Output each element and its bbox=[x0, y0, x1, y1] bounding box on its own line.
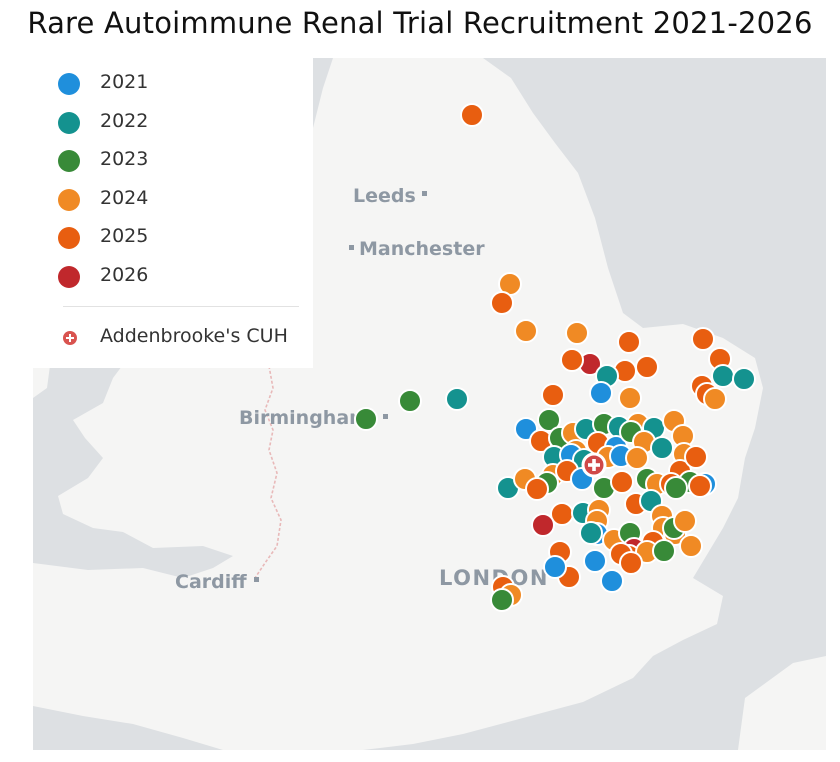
recruitment-marker-2026[interactable] bbox=[531, 513, 555, 537]
recruitment-marker-2025[interactable] bbox=[635, 355, 659, 379]
map-legend: 2021 2022 2023 2024 2025 2026 Addenbrook… bbox=[33, 58, 313, 368]
map-title: Rare Autoimmune Renal Trial Recruitment … bbox=[27, 6, 813, 40]
recruitment-marker-2021[interactable] bbox=[583, 549, 607, 573]
city-cardiff: Cardiff bbox=[175, 571, 259, 593]
legend-swatch-2023 bbox=[58, 150, 80, 172]
recruitment-marker-2025[interactable] bbox=[610, 470, 634, 494]
city-marker-cardiff bbox=[254, 577, 259, 582]
recruitment-marker-2023[interactable] bbox=[664, 476, 688, 500]
recruitment-marker-2025[interactable] bbox=[691, 327, 715, 351]
legend-label-2021: 2021 bbox=[100, 71, 149, 93]
city-manchester: Manchester bbox=[349, 238, 485, 260]
recruitment-marker-2025[interactable] bbox=[541, 383, 565, 407]
recruitment-marker-2024[interactable] bbox=[679, 534, 703, 558]
legend-label-2024: 2024 bbox=[100, 187, 149, 209]
legend-divider bbox=[63, 306, 299, 307]
recruitment-marker-2023[interactable] bbox=[354, 407, 378, 431]
recruitment-marker-2024[interactable] bbox=[514, 319, 538, 343]
legend-label-2022: 2022 bbox=[100, 110, 149, 132]
recruitment-marker-2024[interactable] bbox=[565, 321, 589, 345]
recruitment-marker-2025[interactable] bbox=[688, 474, 712, 498]
legend-swatch-2025 bbox=[58, 227, 80, 249]
recruitment-marker-2023[interactable] bbox=[398, 389, 422, 413]
recruitment-marker-2025[interactable] bbox=[617, 330, 641, 354]
legend-swatch-2021 bbox=[58, 73, 80, 95]
city-marker-leeds bbox=[422, 191, 427, 196]
recruitment-marker-2023[interactable] bbox=[490, 588, 514, 612]
city-label-cardiff: Cardiff bbox=[175, 571, 247, 593]
recruitment-marker-2022[interactable] bbox=[732, 367, 756, 391]
recruitment-marker-2025[interactable] bbox=[460, 103, 484, 127]
recruitment-marker-2025[interactable] bbox=[619, 551, 643, 575]
city-marker-birmingham bbox=[383, 414, 388, 419]
recruitment-marker-2021[interactable] bbox=[589, 381, 613, 405]
recruitment-marker-2025[interactable] bbox=[684, 445, 708, 469]
recruitment-marker-2022[interactable] bbox=[711, 364, 735, 388]
hospital-cross-icon bbox=[63, 331, 77, 345]
recruitment-marker-2021[interactable] bbox=[600, 569, 624, 593]
legend-label-2023: 2023 bbox=[100, 148, 149, 170]
city-label-leeds: Leeds bbox=[353, 185, 416, 207]
legend-swatch-2024 bbox=[58, 189, 80, 211]
recruitment-marker-2024[interactable] bbox=[618, 386, 642, 410]
recruitment-marker-2022[interactable] bbox=[445, 387, 469, 411]
recruitment-marker-2022[interactable] bbox=[650, 436, 674, 460]
recruitment-marker-2024[interactable] bbox=[703, 387, 727, 411]
city-marker-manchester bbox=[349, 245, 354, 250]
recruitment-marker-2024[interactable] bbox=[673, 509, 697, 533]
city-label-birmingham: Birmingham bbox=[239, 407, 369, 429]
recruitment-marker-2024[interactable] bbox=[625, 446, 649, 470]
legend-label-2025: 2025 bbox=[100, 225, 149, 247]
recruitment-marker-2025[interactable] bbox=[490, 291, 514, 315]
recruitment-marker-2025[interactable] bbox=[560, 348, 584, 372]
recruitment-marker-2025[interactable] bbox=[525, 477, 549, 501]
legend-label-2026: 2026 bbox=[100, 264, 149, 286]
legend-swatch-2022 bbox=[58, 112, 80, 134]
legend-swatch-2026 bbox=[58, 266, 80, 288]
city-label-manchester: Manchester bbox=[359, 238, 485, 260]
addenbrookes-cuh-marker[interactable] bbox=[581, 452, 607, 478]
recruitment-marker-2021[interactable] bbox=[543, 555, 567, 579]
recruitment-marker-2023[interactable] bbox=[652, 539, 676, 563]
recruitment-marker-2022[interactable] bbox=[579, 521, 603, 545]
legend-label-hospital: Addenbrooke's CUH bbox=[100, 325, 288, 347]
